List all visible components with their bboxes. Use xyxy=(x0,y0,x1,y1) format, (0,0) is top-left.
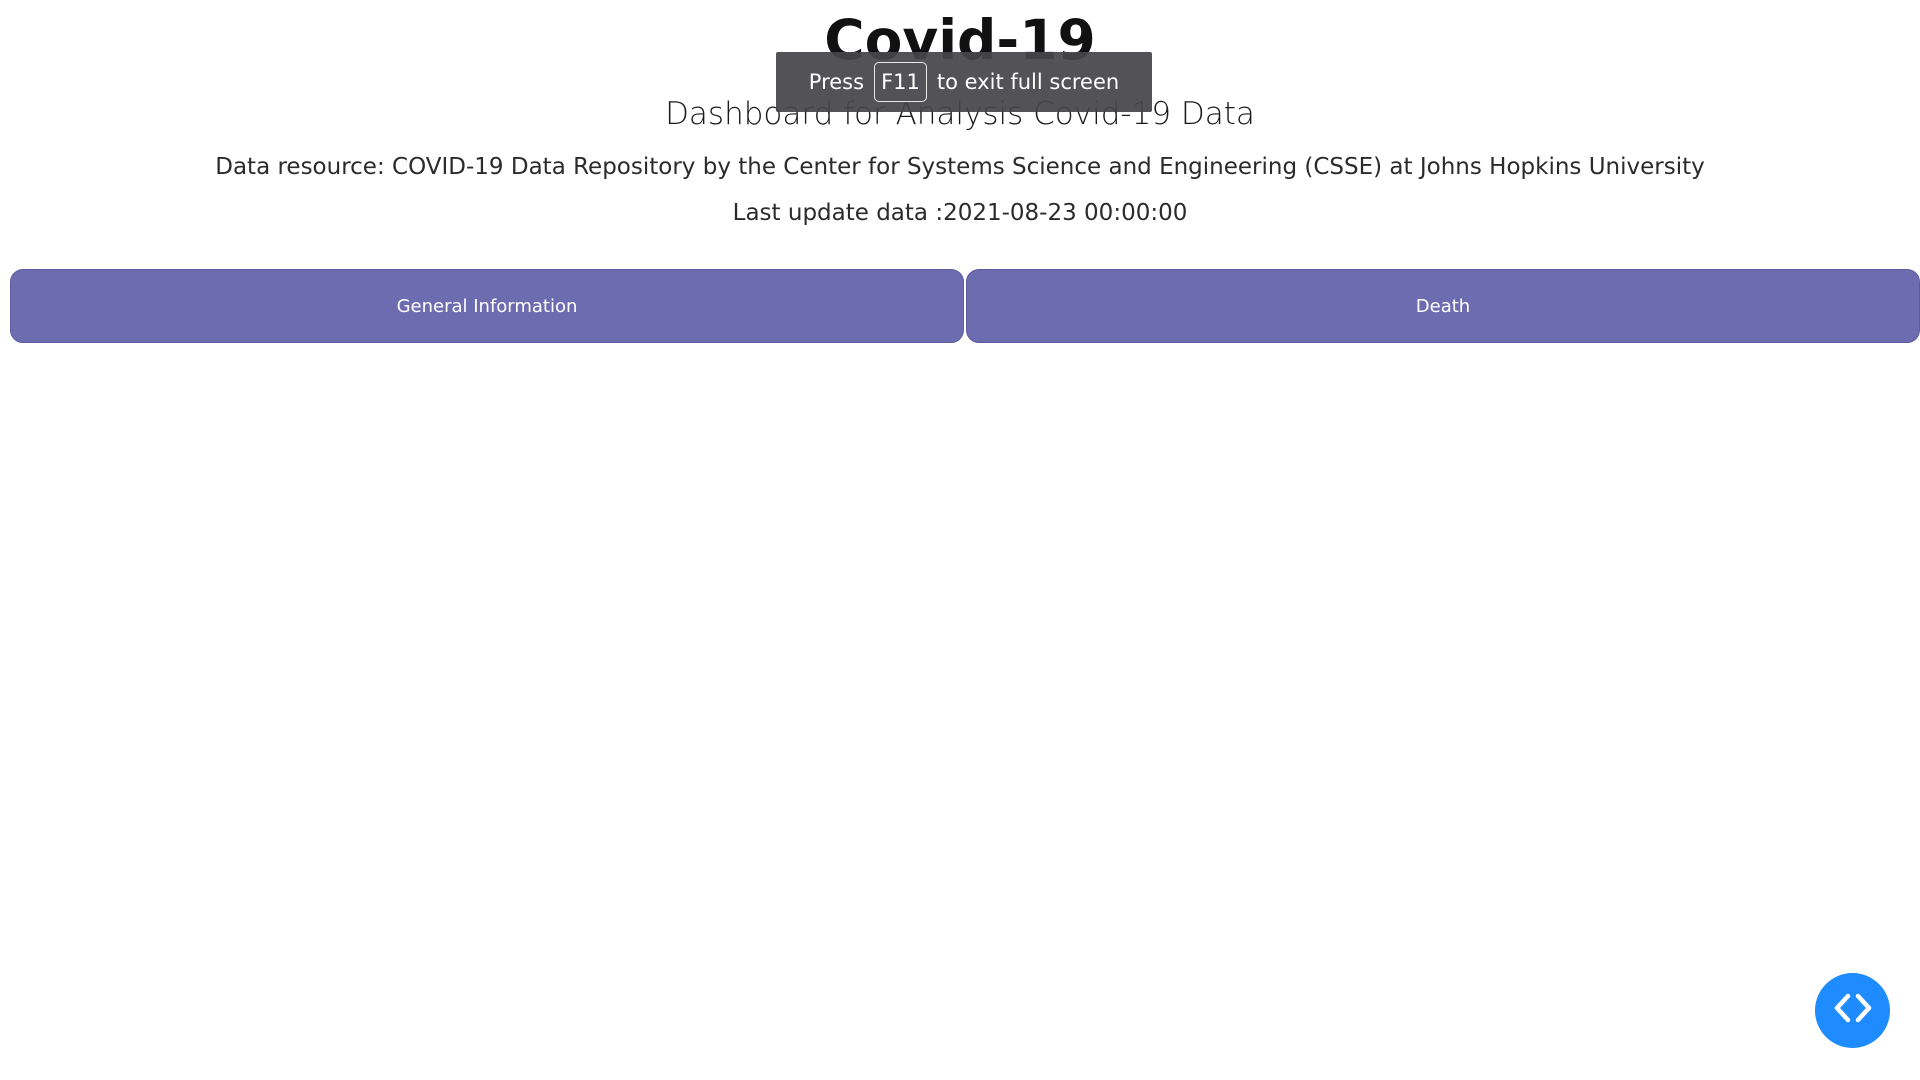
code-brackets-icon xyxy=(1831,991,1875,1030)
page: Covid-19 Dashboard for Analysis Covid-19… xyxy=(0,0,1920,1080)
fullscreen-notice-prefix: Press xyxy=(808,70,865,94)
tab-bar: General Information Death xyxy=(10,269,1920,343)
dev-tools-button[interactable] xyxy=(1815,973,1890,1048)
data-resource-text: Data resource: COVID-19 Data Repository … xyxy=(215,154,1705,180)
last-update-text: Last update data :2021-08-23 00:00:00 xyxy=(732,200,1188,226)
fullscreen-notice-suffix: to exit full screen xyxy=(936,70,1120,94)
f11-key-badge: F11 xyxy=(874,62,927,102)
fullscreen-exit-notice: Press F11 to exit full screen xyxy=(776,52,1152,112)
tab-general-information[interactable]: General Information xyxy=(10,269,964,343)
tab-death[interactable]: Death xyxy=(966,269,1920,343)
